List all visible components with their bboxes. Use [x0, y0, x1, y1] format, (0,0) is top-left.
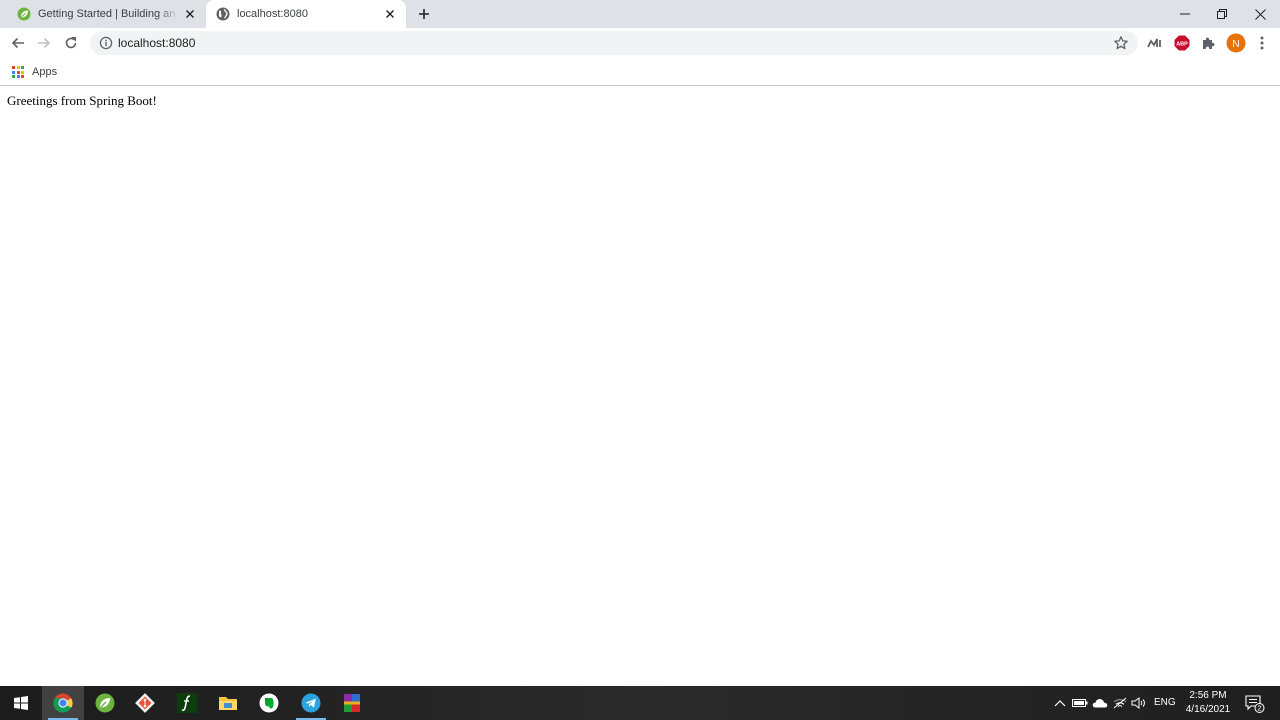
taskbar-evernote[interactable] — [248, 686, 290, 720]
bookmark-label: Apps — [32, 66, 58, 78]
reload-icon — [65, 37, 77, 49]
address-bar[interactable]: localhost:8080 — [90, 31, 1138, 55]
close-tab-icon[interactable] — [182, 6, 198, 22]
wifi-icon — [1113, 697, 1127, 709]
bookmark-apps[interactable]: Apps — [12, 63, 57, 81]
apps-grid-icon — [12, 66, 24, 78]
cloud-icon — [1092, 699, 1108, 708]
taskbar-function-app[interactable] — [166, 686, 208, 720]
adblock-plus-button[interactable]: ABP — [1172, 33, 1192, 53]
metrics-extension-icon — [1147, 38, 1161, 48]
action-center-button[interactable]: 2 — [1242, 692, 1268, 716]
back-button[interactable] — [5, 31, 31, 55]
winrar-icon — [344, 694, 360, 712]
profile-avatar: N — [1226, 33, 1246, 53]
puzzle-extensions-icon — [1203, 37, 1215, 49]
taskbar-telegram[interactable] — [290, 686, 332, 720]
new-tab-button[interactable] — [414, 5, 434, 23]
tab-title: Getting Started | Building an Applicatio… — [38, 8, 178, 20]
tray-onedrive[interactable] — [1091, 694, 1109, 712]
show-hidden-icons-button[interactable] — [1051, 694, 1069, 712]
start-button-icon — [14, 696, 28, 710]
input-language[interactable]: ENG — [1154, 697, 1176, 708]
clock-date: 4/16/2021 — [1185, 704, 1231, 715]
close-tab-icon[interactable] — [382, 6, 398, 22]
extensions-button[interactable] — [1198, 33, 1218, 53]
info-icon[interactable] — [99, 36, 113, 50]
arrow-left-icon — [11, 37, 24, 49]
speaker-icon — [1131, 697, 1145, 709]
battery-icon — [1072, 699, 1088, 707]
taskbar-chrome[interactable] — [42, 686, 84, 720]
chrome-icon — [53, 693, 73, 713]
tab-strip: Getting Started | Building an Applicatio… — [0, 0, 1280, 28]
bookmarks-bar: Apps — [0, 59, 1280, 86]
reload-button[interactable] — [58, 31, 84, 55]
start-button[interactable] — [0, 686, 42, 720]
globe-icon — [216, 7, 230, 21]
spring-tool-suite-icon — [95, 693, 115, 713]
clock[interactable]: 2:56 PM 4/16/2021 — [1178, 689, 1238, 717]
taskbar-winrar[interactable] — [331, 686, 373, 720]
kebab-menu-icon — [1260, 36, 1264, 50]
browser-toolbar: localhost:8080 ABP N — [0, 28, 1280, 59]
taskbar-spring-tool-suite[interactable] — [84, 686, 126, 720]
plus-icon — [419, 9, 429, 19]
svg-text:N: N — [1232, 39, 1239, 50]
adblock-plus-icon: ABP — [1174, 35, 1190, 51]
url-text[interactable]: localhost:8080 — [118, 35, 195, 51]
minimize-icon — [1180, 13, 1190, 15]
profile-button[interactable]: N — [1226, 33, 1246, 53]
metrics-extension-button[interactable] — [1145, 33, 1165, 53]
tab-title: localhost:8080 — [237, 8, 308, 20]
browser-menu-button[interactable] — [1252, 33, 1272, 53]
notification-icon: 2 — [1245, 695, 1265, 713]
close-window-button[interactable] — [1237, 0, 1280, 28]
page-content: Greetings from Spring Boot! — [0, 86, 1280, 686]
forward-button[interactable] — [31, 31, 57, 55]
taskbar-file-explorer[interactable] — [207, 686, 249, 720]
spring-leaf-icon — [17, 7, 31, 21]
tray-wifi[interactable] — [1111, 694, 1129, 712]
file-explorer-icon — [219, 697, 237, 710]
svg-text:ABP: ABP — [1176, 41, 1188, 47]
tab-localhost[interactable]: localhost:8080 — [206, 0, 406, 28]
git-icon — [135, 693, 155, 713]
evernote-icon — [259, 693, 279, 713]
windows-taskbar: ENG 2:56 PM 4/16/2021 2 — [0, 686, 1280, 720]
greeting-text: Greetings from Spring Boot! — [7, 93, 157, 108]
tray-volume[interactable] — [1130, 694, 1148, 712]
telegram-icon — [301, 693, 321, 713]
bookmark-star-icon[interactable] — [1113, 35, 1129, 51]
function-app-icon — [177, 693, 197, 713]
clock-time: 2:56 PM — [1189, 690, 1227, 701]
restore-icon — [1217, 9, 1227, 19]
arrow-right-icon — [38, 37, 51, 49]
svg-text:2: 2 — [1258, 706, 1262, 713]
tab-getting-started[interactable]: Getting Started | Building an Applicatio… — [8, 0, 206, 28]
chevron-up-icon — [1054, 700, 1066, 707]
taskbar-git[interactable] — [124, 686, 166, 720]
tray-battery[interactable] — [1071, 694, 1089, 712]
close-icon — [1254, 8, 1266, 20]
